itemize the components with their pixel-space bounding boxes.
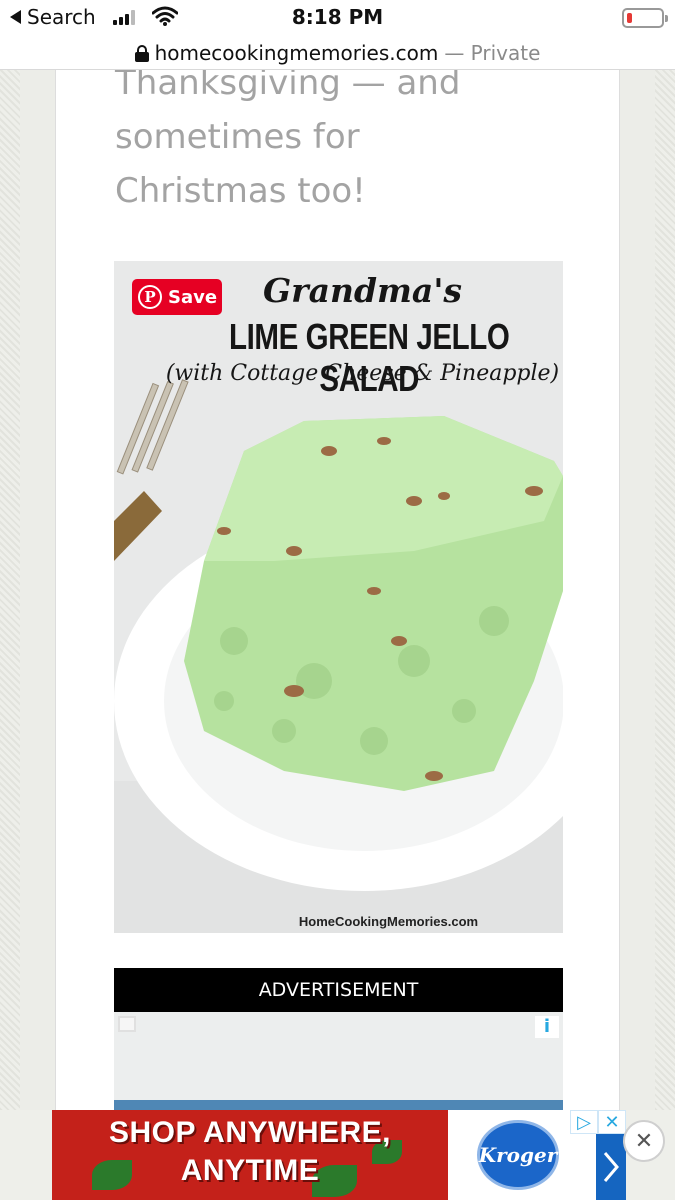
status-bar: Search 8:18 PM <box>0 0 675 36</box>
battery-low-icon <box>622 8 668 28</box>
image-credit: HomeCookingMemories.com <box>298 914 479 929</box>
url-domain: homecookingmemories.com <box>154 40 439 65</box>
kroger-logo: Kroger <box>477 1120 559 1190</box>
advertisement-slot[interactable]: i <box>114 1012 563 1110</box>
address-bar[interactable]: homecookingmemories.com — Private <box>0 36 675 70</box>
banner-headline-1: SHOP ANYWHERE, <box>108 1116 392 1149</box>
banner-promo-panel: SHOP ANYWHERE, ANYTIME <box>52 1110 448 1200</box>
lock-icon <box>134 44 149 62</box>
recipe-title-line1: Grandma's <box>263 271 462 310</box>
dismiss-banner-button[interactable]: ✕ <box>623 1120 665 1162</box>
bottom-banner-area: SHOP ANYWHERE, ANYTIME Kroger ▷ ✕ <box>0 1110 675 1200</box>
ad-close-icon[interactable]: ✕ <box>598 1110 626 1134</box>
ad-next-button[interactable] <box>596 1134 626 1200</box>
article-card: Thanksgiving — and sometimes for Christm… <box>55 70 620 1110</box>
banner-headline-2: ANYTIME <box>180 1154 320 1187</box>
ad-info-icon[interactable]: ▷ <box>570 1110 598 1134</box>
recipe-title-line3: (with Cottage Cheese & Pineapple) <box>165 361 560 386</box>
kroger-banner-ad[interactable]: SHOP ANYWHERE, ANYTIME Kroger ▷ ✕ <box>52 1110 626 1200</box>
advertisement-label: ADVERTISEMENT <box>114 968 563 1012</box>
recipe-photo[interactable]: P Save Grandma's LIME GREEN JELLO SALAD … <box>114 261 563 933</box>
ad-image-strip <box>114 1100 563 1110</box>
private-mode-label: — Private <box>444 40 541 65</box>
ad-placeholder-icon <box>118 1016 136 1032</box>
adchoices-icon[interactable]: i <box>535 1016 559 1038</box>
chevron-right-icon <box>603 1152 619 1182</box>
article-paragraph: Thanksgiving — and sometimes for Christm… <box>115 70 461 211</box>
clock: 8:18 PM <box>291 5 384 29</box>
ad-controls: ▷ ✕ <box>570 1110 626 1134</box>
recipe-title-line2: LIME GREEN JELLO SALAD <box>228 316 510 399</box>
web-page: Thanksgiving — and sometimes for Christm… <box>0 70 675 1110</box>
